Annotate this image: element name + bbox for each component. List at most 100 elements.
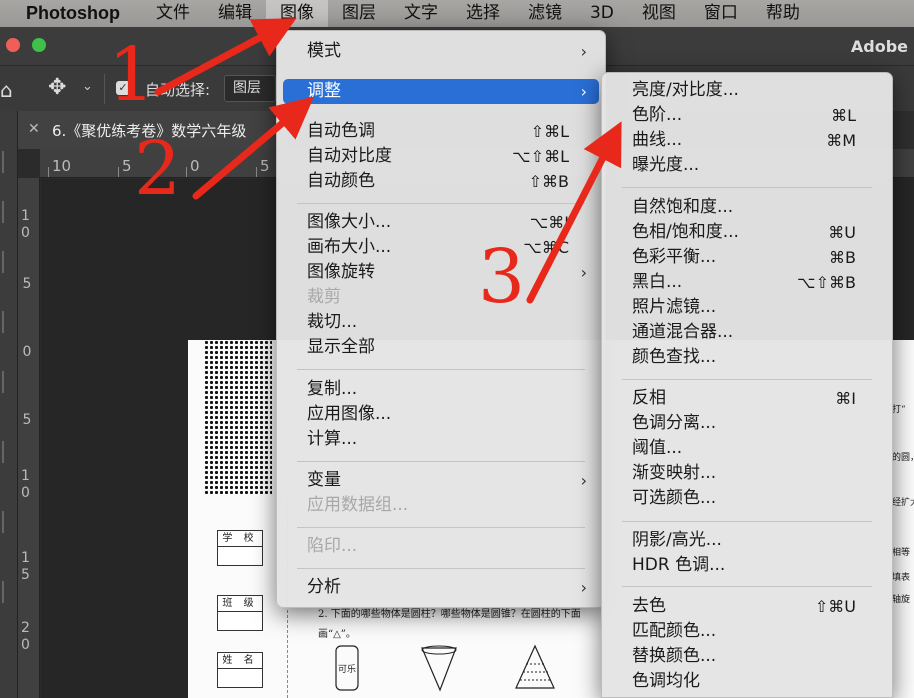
tool-icon[interactable] <box>2 251 12 273</box>
chevron-right-icon: › <box>580 263 587 282</box>
menu-divider <box>297 369 585 370</box>
ruler-label: 5 <box>260 157 270 175</box>
menu-item-variables[interactable]: 变量 › <box>283 468 599 493</box>
menu-item-adjustments[interactable]: 调整 › <box>283 79 599 104</box>
menu-divider <box>622 379 872 380</box>
menu-edit[interactable]: 编辑 <box>204 0 266 27</box>
menu-item-reveal-all[interactable]: 显示全部 <box>283 335 599 360</box>
side-text: 的圆， <box>892 453 914 463</box>
auto-select-dropdown[interactable]: 图层 <box>224 75 276 102</box>
shortcut: ⌥⌘C <box>523 238 569 257</box>
menu-item-duplicate[interactable]: 复制... <box>283 377 599 402</box>
tool-icon[interactable] <box>2 201 12 223</box>
menu-item-exposure[interactable]: 曝光度... <box>608 153 886 178</box>
menu-item-invert[interactable]: 反相 ⌘I <box>608 386 886 411</box>
menu-filter[interactable]: 滤镜 <box>514 0 576 27</box>
menu-item-auto-tone[interactable]: 自动色调 ⇧⌘L <box>283 119 599 144</box>
menu-item-hdr-toning[interactable]: HDR 色调... <box>608 553 886 578</box>
menu-item-trim[interactable]: 裁切... <box>283 310 599 335</box>
menu-type[interactable]: 文字 <box>390 0 452 27</box>
move-tool-icon[interactable]: ✥ <box>48 75 66 100</box>
menu-item-photo-filter[interactable]: 照片滤镜... <box>608 295 886 320</box>
menu-item-vibrance[interactable]: 自然饱和度... <box>608 195 886 220</box>
menu-item-levels[interactable]: 色阶... ⌘L <box>608 103 886 128</box>
side-text: 打“ <box>892 405 906 415</box>
side-text: 填表 <box>892 573 911 583</box>
menu-item-gradient-map[interactable]: 渐变映射... <box>608 461 886 486</box>
menu-item-crop: 裁剪 <box>307 287 341 307</box>
zoom-window-button[interactable] <box>32 38 46 52</box>
home-icon[interactable]: ⌂ <box>0 78 13 102</box>
halftone-pattern <box>204 340 272 496</box>
menu-item-hue-saturation[interactable]: 色相/饱和度... ⌘U <box>608 220 886 245</box>
tool-icon[interactable] <box>2 581 12 603</box>
menu-item-canvas-size[interactable]: 画布大小... ⌥⌘C <box>283 235 599 260</box>
vertical-ruler: 10 5 0 5 10 15 20 <box>18 178 40 698</box>
menu-item-match-color[interactable]: 匹配颜色... <box>608 619 886 644</box>
menu-item-brightness-contrast[interactable]: 亮度/对比度... <box>608 78 886 103</box>
menu-item-curves[interactable]: 曲线... ⌘M <box>608 128 886 153</box>
chevron-down-icon[interactable]: ⌄ <box>82 79 93 94</box>
menu-file[interactable]: 文件 <box>142 0 204 27</box>
menu-item-black-white[interactable]: 黑白... ⌥⇧⌘B <box>608 270 886 295</box>
tool-icon[interactable] <box>2 371 12 393</box>
shortcut: ⌥⇧⌘L <box>512 147 569 166</box>
question-text: 2. 下面的哪些物体是圆柱？哪些物体是圆锥？在圆柱的下面画“△”。 <box>318 609 581 640</box>
chevron-right-icon: › <box>580 471 587 490</box>
tool-icon[interactable] <box>2 151 12 173</box>
menu-item-posterize[interactable]: 色调分离... <box>608 411 886 436</box>
menu-item-color-balance[interactable]: 色彩平衡... ⌘B <box>608 245 886 270</box>
menu-view[interactable]: 视图 <box>628 0 690 27</box>
menu-divider <box>297 527 585 528</box>
tool-icon[interactable] <box>2 511 12 533</box>
menu-layer[interactable]: 图层 <box>328 0 390 27</box>
adobe-title: Adobe <box>850 37 908 56</box>
menu-item-trap: 陷印... <box>307 536 358 556</box>
annotation-number-2: 2 <box>134 126 182 212</box>
menu-help[interactable]: 帮助 <box>752 0 814 27</box>
tool-icon[interactable] <box>2 441 12 463</box>
menu-item-threshold[interactable]: 阈值... <box>608 436 886 461</box>
menu-divider <box>622 521 872 522</box>
tool-icon[interactable] <box>2 311 12 333</box>
menu-3d[interactable]: 3D <box>576 0 628 27</box>
menu-divider <box>622 187 872 188</box>
ruler-label: 0 <box>190 157 200 175</box>
menu-item-desaturate[interactable]: 去色 ⇧⌘U <box>608 594 886 619</box>
shortcut: ⌥⇧⌘B <box>797 273 856 292</box>
can-label: 可乐 <box>338 663 356 675</box>
ruler-label: 15 <box>21 550 30 583</box>
ruler-label: 5 <box>22 276 32 292</box>
menu-item-mode[interactable]: 模式 › <box>283 39 599 64</box>
close-tab-icon[interactable]: ✕ <box>28 121 40 137</box>
menu-item-auto-contrast[interactable]: 自动对比度 ⌥⇧⌘L <box>283 144 599 169</box>
menu-item-calculations[interactable]: 计算... <box>283 427 599 452</box>
side-text: 经扩大 <box>892 498 914 508</box>
annotation-number-3: 3 <box>478 234 526 320</box>
tools-panel <box>0 111 18 698</box>
menu-select[interactable]: 选择 <box>452 0 514 27</box>
menu-item-equalize[interactable]: 色调均化 <box>608 669 886 694</box>
menu-item-replace-color[interactable]: 替换颜色... <box>608 644 886 669</box>
ruler-label: 5 <box>122 157 132 175</box>
menu-item-apply-image[interactable]: 应用图像... <box>283 402 599 427</box>
menu-item-image-rotation[interactable]: 图像旋转 › <box>283 260 599 285</box>
menu-item-color-lookup[interactable]: 颜色查找... <box>608 345 886 370</box>
ruler-label: 10 <box>52 157 72 175</box>
app-name-menu[interactable]: Photoshop <box>26 3 120 24</box>
menu-item-shadows-highlights[interactable]: 阴影/高光... <box>608 528 886 553</box>
menu-item-selective-color[interactable]: 可选颜色... <box>608 486 886 511</box>
shortcut: ⇧⌘L <box>530 122 569 141</box>
chevron-right-icon: › <box>580 42 587 61</box>
menu-item-image-size[interactable]: 图像大小... ⌥⌘I <box>283 210 599 235</box>
shapes-illustration: 可乐 <box>335 644 555 692</box>
menu-item-channel-mixer[interactable]: 通道混合器... <box>608 320 886 345</box>
menu-image[interactable]: 图像 <box>265 0 328 27</box>
menu-item-analysis[interactable]: 分析 › <box>283 575 599 600</box>
menu-item-auto-color[interactable]: 自动颜色 ⇧⌘B <box>283 169 599 194</box>
menu-divider <box>297 568 585 569</box>
menu-divider <box>622 586 872 587</box>
close-window-button[interactable] <box>6 38 20 52</box>
menu-window[interactable]: 窗口 <box>690 0 752 27</box>
image-menu-dropdown: 模式 › 调整 › 自动色调 ⇧⌘L 自动对比度 ⌥⇧⌘L 自动颜色 ⇧⌘B 图像大小..… <box>276 30 606 608</box>
